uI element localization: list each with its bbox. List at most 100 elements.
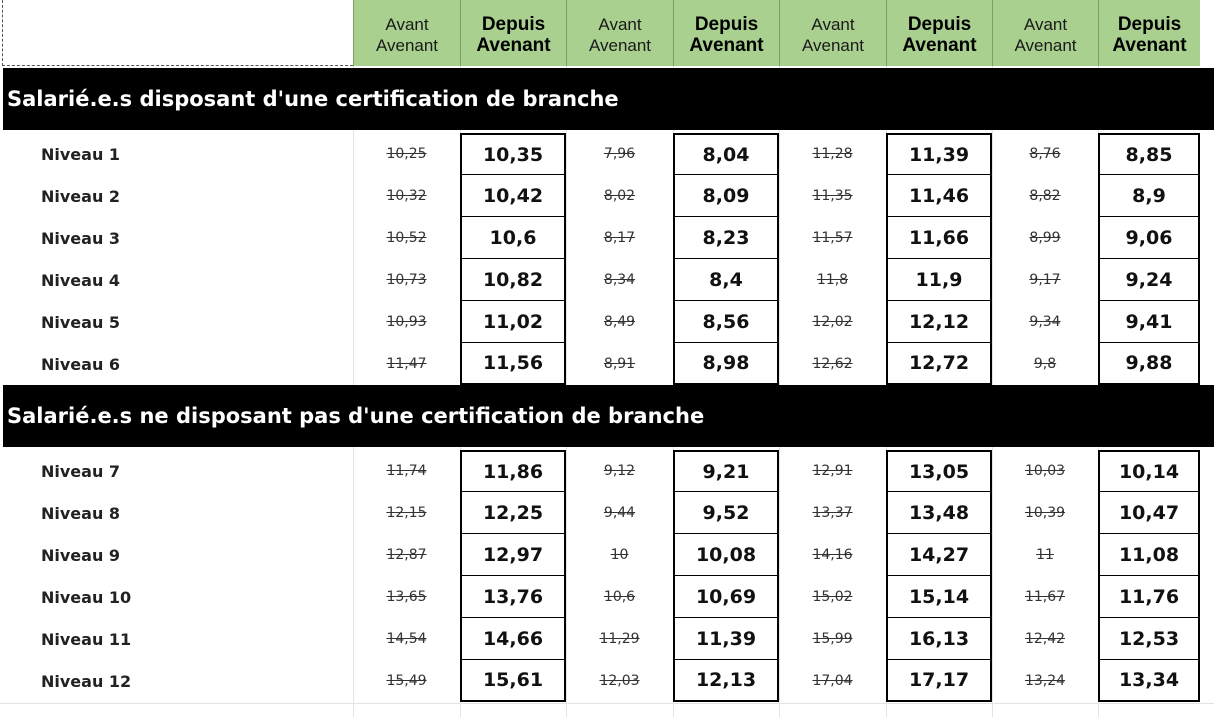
table-cell-old[interactable]: 9,34 — [992, 301, 1098, 343]
table-cell-new[interactable]: 13,48 — [886, 492, 992, 534]
row-label[interactable]: Niveau 10 — [41, 576, 131, 618]
table-cell-new[interactable]: 11,56 — [460, 343, 566, 385]
table-cell-old[interactable]: 9,8 — [992, 343, 1098, 385]
header-avant-1[interactable]: Avant Avenant — [353, 0, 460, 66]
table-cell-old[interactable]: 12,15 — [353, 492, 460, 534]
table-cell-old[interactable]: 11,67 — [992, 576, 1098, 618]
table-cell-new[interactable]: 8,23 — [673, 217, 779, 259]
table-cell-old[interactable]: 10,52 — [353, 217, 460, 259]
row-label[interactable]: Niveau 12 — [41, 660, 131, 702]
table-cell-old[interactable]: 11,74 — [353, 450, 460, 492]
header-depuis-3[interactable]: Depuis Avenant — [886, 0, 992, 66]
table-cell-new[interactable]: 11,39 — [673, 618, 779, 660]
table-cell-old[interactable]: 10,39 — [992, 492, 1098, 534]
row-label[interactable]: Niveau 3 — [41, 217, 120, 259]
header-avant-3[interactable]: Avant Avenant — [779, 0, 886, 66]
table-cell-old[interactable]: 7,96 — [566, 133, 673, 175]
table-cell-old[interactable]: 11 — [992, 534, 1098, 576]
table-cell-old[interactable]: 9,44 — [566, 492, 673, 534]
table-cell-new[interactable]: 8,09 — [673, 175, 779, 217]
table-cell-new[interactable]: 8,4 — [673, 259, 779, 301]
table-cell-new[interactable]: 10,08 — [673, 534, 779, 576]
table-cell-new[interactable]: 15,14 — [886, 576, 992, 618]
table-cell-new[interactable]: 15,61 — [460, 660, 566, 702]
table-cell-old[interactable]: 13,37 — [779, 492, 886, 534]
table-cell-old[interactable]: 8,82 — [992, 175, 1098, 217]
table-cell-old[interactable]: 11,8 — [779, 259, 886, 301]
table-cell-new[interactable]: 9,06 — [1098, 217, 1200, 259]
section-header-not-certified[interactable]: Salarié.e.s ne disposant pas d'une certi… — [3, 385, 1214, 447]
table-cell-new[interactable]: 10,35 — [460, 133, 566, 175]
table-cell-old[interactable]: 10,03 — [992, 450, 1098, 492]
table-cell-new[interactable]: 12,72 — [886, 343, 992, 385]
table-cell-old[interactable]: 12,03 — [566, 660, 673, 702]
table-cell-old[interactable]: 8,99 — [992, 217, 1098, 259]
table-cell-new[interactable]: 11,66 — [886, 217, 992, 259]
table-cell-old[interactable]: 10 — [566, 534, 673, 576]
header-avant-2[interactable]: Avant Avenant — [566, 0, 673, 66]
table-cell-old[interactable]: 12,87 — [353, 534, 460, 576]
table-cell-old[interactable]: 10,6 — [566, 576, 673, 618]
table-cell-new[interactable]: 8,9 — [1098, 175, 1200, 217]
table-cell-new[interactable]: 11,46 — [886, 175, 992, 217]
header-avant-4[interactable]: Avant Avenant — [992, 0, 1098, 66]
table-cell-old[interactable]: 9,12 — [566, 450, 673, 492]
table-cell-old[interactable]: 12,62 — [779, 343, 886, 385]
row-label[interactable]: Niveau 8 — [41, 492, 120, 534]
table-cell-old[interactable]: 11,28 — [779, 133, 886, 175]
table-cell-new[interactable]: 9,24 — [1098, 259, 1200, 301]
table-cell-new[interactable]: 9,88 — [1098, 343, 1200, 385]
table-cell-old[interactable]: 9,17 — [992, 259, 1098, 301]
row-label[interactable]: Niveau 2 — [41, 175, 120, 217]
table-cell-old[interactable]: 13,65 — [353, 576, 460, 618]
table-cell-new[interactable]: 12,25 — [460, 492, 566, 534]
row-label[interactable]: Niveau 1 — [41, 133, 120, 175]
table-cell-old[interactable]: 13,24 — [992, 660, 1098, 702]
table-cell-new[interactable]: 8,56 — [673, 301, 779, 343]
table-cell-old[interactable]: 10,93 — [353, 301, 460, 343]
table-cell-old[interactable]: 10,32 — [353, 175, 460, 217]
table-cell-new[interactable]: 12,97 — [460, 534, 566, 576]
header-depuis-1[interactable]: Depuis Avenant — [460, 0, 566, 66]
table-cell-new[interactable]: 11,9 — [886, 259, 992, 301]
header-depuis-2[interactable]: Depuis Avenant — [673, 0, 779, 66]
table-cell-old[interactable]: 12,42 — [992, 618, 1098, 660]
table-cell-new[interactable]: 12,13 — [673, 660, 779, 702]
table-cell-new[interactable]: 9,21 — [673, 450, 779, 492]
table-cell-new[interactable]: 10,6 — [460, 217, 566, 259]
row-label[interactable]: Niveau 11 — [41, 618, 131, 660]
table-cell-new[interactable]: 12,12 — [886, 301, 992, 343]
table-cell-old[interactable]: 14,16 — [779, 534, 886, 576]
table-cell-new[interactable]: 11,02 — [460, 301, 566, 343]
table-cell-new[interactable]: 14,66 — [460, 618, 566, 660]
row-label[interactable]: Niveau 6 — [41, 343, 120, 385]
table-cell-new[interactable]: 12,53 — [1098, 618, 1200, 660]
table-cell-old[interactable]: 14,54 — [353, 618, 460, 660]
table-cell-old[interactable]: 8,02 — [566, 175, 673, 217]
table-cell-new[interactable]: 8,85 — [1098, 133, 1200, 175]
table-cell-old[interactable]: 12,91 — [779, 450, 886, 492]
table-cell-new[interactable]: 8,98 — [673, 343, 779, 385]
table-cell-old[interactable]: 15,99 — [779, 618, 886, 660]
table-cell-old[interactable]: 11,35 — [779, 175, 886, 217]
section-header-certified[interactable]: Salarié.e.s disposant d'une certificatio… — [3, 68, 1214, 130]
table-cell-old[interactable]: 15,49 — [353, 660, 460, 702]
table-cell-old[interactable]: 11,29 — [566, 618, 673, 660]
table-cell-old[interactable]: 11,57 — [779, 217, 886, 259]
table-cell-old[interactable]: 10,25 — [353, 133, 460, 175]
table-cell-old[interactable]: 8,34 — [566, 259, 673, 301]
table-cell-new[interactable]: 17,17 — [886, 660, 992, 702]
table-cell-new[interactable]: 14,27 — [886, 534, 992, 576]
table-cell-old[interactable]: 11,47 — [353, 343, 460, 385]
header-depuis-4[interactable]: Depuis Avenant — [1098, 0, 1200, 66]
row-label[interactable]: Niveau 7 — [41, 450, 120, 492]
table-cell-old[interactable]: 8,76 — [992, 133, 1098, 175]
table-cell-new[interactable]: 10,14 — [1098, 450, 1200, 492]
table-cell-new[interactable]: 16,13 — [886, 618, 992, 660]
table-cell-new[interactable]: 13,05 — [886, 450, 992, 492]
table-cell-new[interactable]: 8,04 — [673, 133, 779, 175]
table-cell-new[interactable]: 10,82 — [460, 259, 566, 301]
table-cell-new[interactable]: 11,08 — [1098, 534, 1200, 576]
table-cell-new[interactable]: 11,39 — [886, 133, 992, 175]
table-cell-old[interactable]: 12,02 — [779, 301, 886, 343]
